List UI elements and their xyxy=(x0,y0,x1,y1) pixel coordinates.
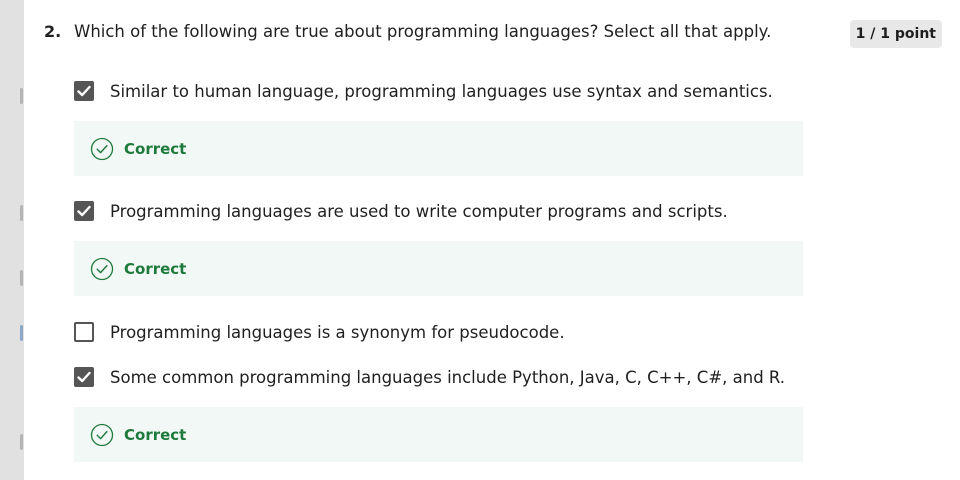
option-checkbox[interactable] xyxy=(74,367,94,387)
rail-marker xyxy=(20,434,23,450)
correct-check-circle-icon xyxy=(90,423,114,446)
checkmark-icon xyxy=(77,205,91,217)
question-number: 2. xyxy=(44,22,62,41)
left-rail xyxy=(0,0,24,480)
question-text: Which of the following are true about pr… xyxy=(74,22,772,41)
rail-marker xyxy=(20,205,23,221)
option-label: Some common programming languages includ… xyxy=(110,367,786,387)
option-checkbox[interactable] xyxy=(74,322,94,342)
option-label: Programming languages are used to write … xyxy=(110,201,728,221)
correct-check-circle-icon xyxy=(90,137,114,160)
checkmark-icon xyxy=(77,85,91,97)
option-3[interactable]: Programming languages is a synonym for p… xyxy=(74,320,565,344)
option-checkbox[interactable] xyxy=(74,201,94,221)
rail-marker xyxy=(20,325,23,341)
feedback-correct: Correct xyxy=(74,121,803,176)
option-checkbox[interactable] xyxy=(74,81,94,101)
points-badge: 1 / 1 point xyxy=(849,20,942,48)
quiz-question: 2. Which of the following are true about… xyxy=(24,0,960,480)
rail-marker xyxy=(20,270,23,286)
option-1[interactable]: Similar to human language, programming l… xyxy=(74,79,773,103)
checkmark-icon xyxy=(77,371,91,383)
option-2[interactable]: Programming languages are used to write … xyxy=(74,199,728,223)
feedback-correct: Correct xyxy=(74,241,803,296)
feedback-label: Correct xyxy=(124,259,187,278)
rail-marker xyxy=(20,88,23,104)
option-label: Programming languages is a synonym for p… xyxy=(110,322,565,342)
feedback-label: Correct xyxy=(124,139,187,158)
feedback-label: Correct xyxy=(124,425,187,444)
feedback-correct: Correct xyxy=(74,407,803,462)
option-4[interactable]: Some common programming languages includ… xyxy=(74,365,785,389)
option-label: Similar to human language, programming l… xyxy=(110,81,773,101)
correct-check-circle-icon xyxy=(90,257,114,280)
